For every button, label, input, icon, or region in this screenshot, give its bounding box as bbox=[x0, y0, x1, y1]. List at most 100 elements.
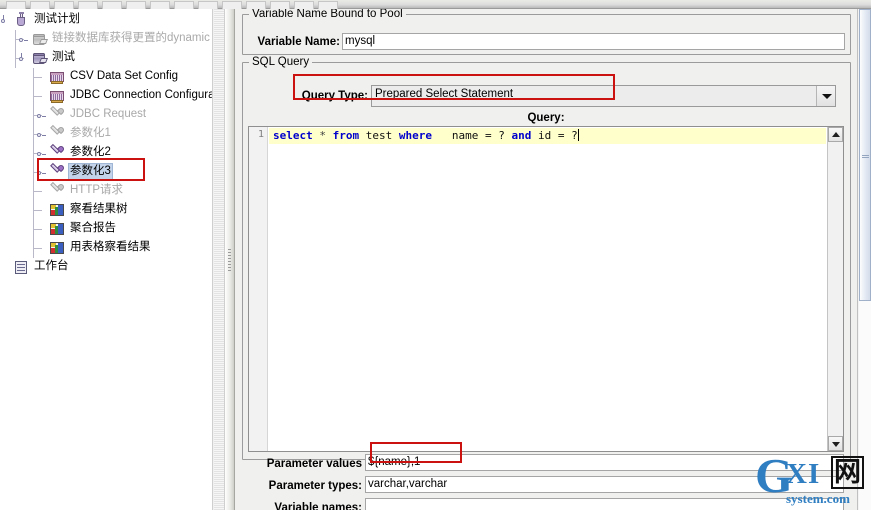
window-vertical-scrollbar[interactable] bbox=[857, 9, 871, 510]
tree-scrollbar-track[interactable] bbox=[214, 9, 224, 510]
config-icon bbox=[49, 88, 65, 104]
pipette-icon bbox=[49, 124, 66, 142]
tree-node-label: 察看结果树 bbox=[70, 203, 128, 216]
variable-name-label: Variable Name: bbox=[257, 36, 340, 48]
sql-token: name = ? bbox=[432, 129, 512, 142]
tree-node[interactable]: 参数化2 bbox=[0, 143, 206, 163]
variable-name-input[interactable]: mysql bbox=[342, 33, 845, 50]
query-type-value: Prepared Select Statement bbox=[375, 88, 514, 100]
scroll-up-arrow-icon[interactable] bbox=[828, 127, 843, 142]
sql-query-group-title: SQL Query bbox=[249, 56, 313, 68]
tree-expand-handle-icon[interactable] bbox=[37, 149, 46, 158]
watermark-xi: XI bbox=[786, 458, 821, 490]
tree-node[interactable]: 参数化3 bbox=[0, 162, 206, 182]
sql-token: select bbox=[273, 129, 313, 142]
sql-token: from bbox=[332, 129, 360, 142]
query-label: Query: bbox=[527, 112, 565, 124]
pipette-icon bbox=[49, 105, 66, 123]
tree-node[interactable]: 工作台 bbox=[0, 258, 206, 277]
toolbar-button[interactable] bbox=[270, 1, 290, 9]
toolbar-button[interactable] bbox=[198, 1, 218, 9]
workbench-icon bbox=[13, 259, 29, 275]
tree-expand-handle-icon[interactable] bbox=[37, 168, 46, 177]
tree-expand-handle-icon[interactable] bbox=[37, 111, 46, 120]
spool-icon bbox=[31, 31, 49, 47]
toolbar-button[interactable] bbox=[6, 1, 26, 9]
parameter-values-label: Parameter values bbox=[266, 458, 362, 470]
toolbar-button[interactable] bbox=[246, 1, 266, 9]
sql-token: where bbox=[398, 129, 432, 142]
toolbar-button[interactable] bbox=[78, 1, 98, 9]
tree-node-label: 参数化1 bbox=[70, 127, 111, 140]
tree-node[interactable]: 测试 bbox=[0, 49, 206, 68]
toolbar-button[interactable] bbox=[102, 1, 122, 9]
sql-token: test bbox=[359, 129, 399, 142]
tree-expand-handle-icon[interactable] bbox=[37, 130, 46, 139]
variable-group-title: Variable Name Bound to Pool bbox=[249, 9, 406, 20]
panel-splitter[interactable] bbox=[225, 9, 235, 510]
splitter-grip[interactable] bbox=[228, 249, 231, 271]
tree-node[interactable]: CSV Data Set Config bbox=[0, 68, 206, 87]
tree-node[interactable]: 参数化1 bbox=[0, 124, 206, 144]
tree-connector-line bbox=[33, 229, 42, 230]
tree-connector-line bbox=[33, 248, 42, 249]
scroll-down-arrow-icon[interactable] bbox=[828, 436, 843, 451]
sql-code-line[interactable]: select * from test where name = ? and id… bbox=[273, 129, 579, 142]
tree-node[interactable]: 链接数据库获得更置的dynamic bbox=[0, 30, 210, 49]
test-plan-tree[interactable]: 测试计划链接数据库获得更置的dynamic 测试 CSV Data Set Conf… bbox=[0, 9, 212, 277]
tree-node[interactable]: 测试计划 bbox=[0, 11, 206, 30]
toolbar-button[interactable] bbox=[294, 1, 314, 9]
sql-token: and bbox=[511, 129, 532, 142]
sql-token: * bbox=[319, 129, 326, 142]
tree-node[interactable]: 用表格察看结果 bbox=[0, 239, 206, 258]
tree-expand-handle-icon[interactable] bbox=[19, 35, 28, 44]
toolbar-button[interactable] bbox=[174, 1, 194, 9]
tree-collapse-handle-icon[interactable] bbox=[19, 53, 28, 63]
application-window: 测试计划链接数据库获得更置的dynamic 测试 CSV Data Set Conf… bbox=[0, 0, 871, 510]
pipette-icon bbox=[49, 162, 66, 180]
watermark-domain: system.com bbox=[786, 491, 850, 506]
window-scrollbar-thumb[interactable] bbox=[859, 9, 871, 301]
tree-node-label: 参数化3 bbox=[68, 163, 113, 181]
tree-connector-line bbox=[33, 210, 42, 211]
query-type-combobox[interactable]: Prepared Select Statement bbox=[371, 85, 836, 107]
line-number: 1 bbox=[257, 129, 264, 140]
tree-vertical-scrollbar[interactable] bbox=[212, 9, 225, 510]
chevron-down-icon[interactable] bbox=[816, 86, 835, 106]
toolbar-button[interactable] bbox=[150, 1, 170, 9]
variable-names-label: Variable names: bbox=[274, 502, 362, 510]
toolbar-button[interactable] bbox=[222, 1, 242, 9]
editor-gutter: 1 bbox=[249, 127, 268, 451]
test-plan-tree-panel: 测试计划链接数据库获得更置的dynamic 测试 CSV Data Set Conf… bbox=[0, 9, 212, 510]
pipette-icon bbox=[49, 181, 66, 199]
tree-node-label: 链接数据库获得更置的dynamic bbox=[52, 32, 210, 45]
flask-icon bbox=[13, 12, 29, 28]
toolbar-button[interactable] bbox=[126, 1, 146, 9]
tree-node-label: 参数化2 bbox=[70, 146, 111, 159]
tree-connector-line bbox=[33, 96, 42, 97]
toolbar-strip bbox=[0, 0, 871, 9]
tree-node-label: 测试 bbox=[52, 51, 75, 64]
tree-node-label: 聚合报告 bbox=[70, 222, 116, 235]
watermark-logo: G XI 网 system.com bbox=[755, 450, 867, 508]
tree-node-label: JDBC Connection Configurat bbox=[70, 89, 212, 102]
toolbar-button[interactable] bbox=[318, 1, 338, 9]
tree-node-label: 用表格察看结果 bbox=[70, 241, 151, 254]
tree-collapse-handle-icon[interactable] bbox=[1, 15, 10, 25]
sql-query-editor[interactable]: 1 select * from test where name = ? and … bbox=[248, 126, 844, 452]
tree-node[interactable]: HTTP请求 bbox=[0, 181, 206, 201]
tree-node[interactable]: 察看结果树 bbox=[0, 201, 206, 220]
tree-node-label: HTTP请求 bbox=[70, 184, 124, 197]
pipette-icon bbox=[49, 143, 66, 161]
toolbar-button[interactable] bbox=[30, 1, 50, 9]
listener-icon bbox=[49, 202, 65, 218]
tree-node[interactable]: JDBC Connection Configurat bbox=[0, 87, 212, 106]
tree-node[interactable]: JDBC Request bbox=[0, 105, 206, 125]
tree-node-label: 工作台 bbox=[34, 260, 69, 273]
editor-vertical-scrollbar[interactable] bbox=[827, 127, 843, 451]
toolbar-button[interactable] bbox=[54, 1, 74, 9]
text-caret bbox=[577, 129, 579, 141]
listener-icon bbox=[49, 221, 65, 237]
tree-node[interactable]: 聚合报告 bbox=[0, 220, 206, 239]
